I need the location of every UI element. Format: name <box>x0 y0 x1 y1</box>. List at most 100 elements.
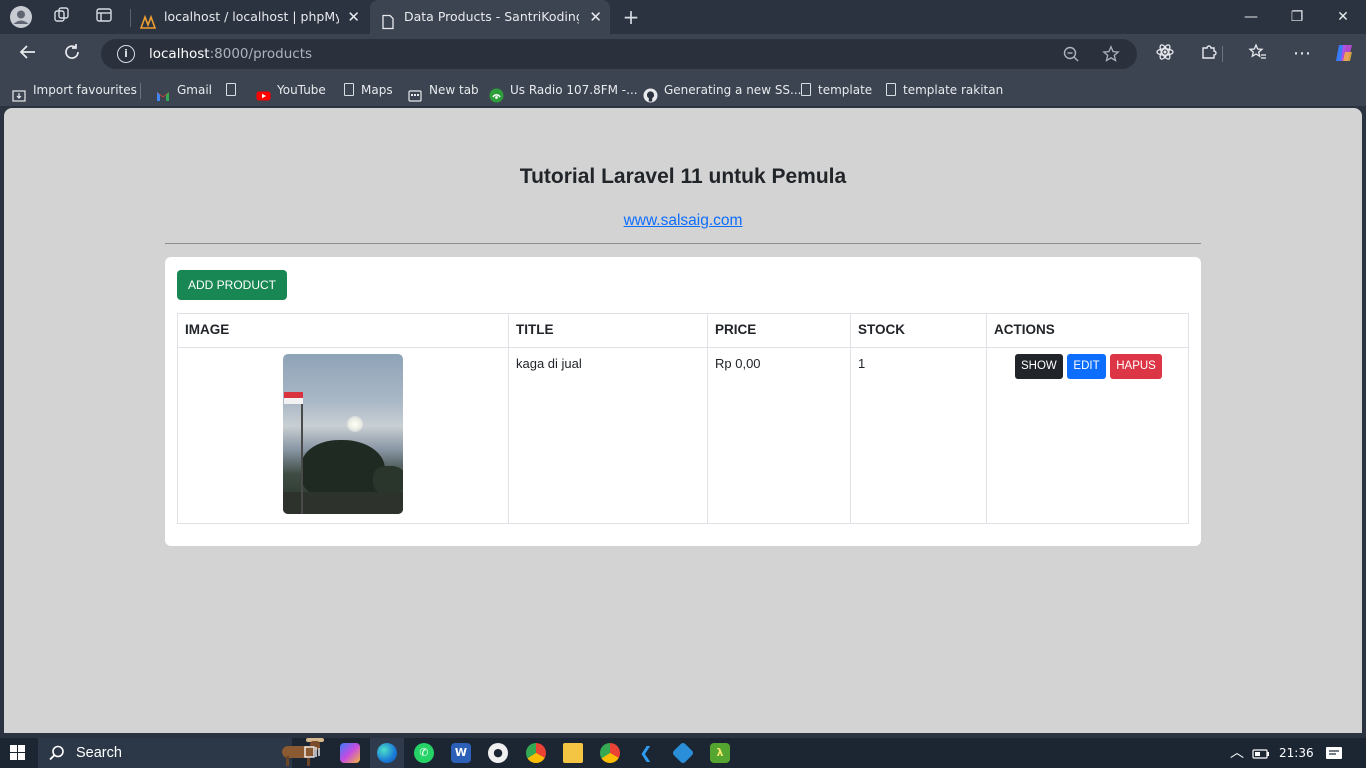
bookmark-youtube[interactable]: YouTube <box>256 74 326 106</box>
product-price: Rp 0,00 <box>707 347 851 524</box>
tab-title: Data Products - SantriKoding.com <box>404 9 579 24</box>
phpmyadmin-icon <box>139 9 157 29</box>
profile-avatar-icon[interactable] <box>10 6 32 28</box>
bookmark-import-favourites[interactable]: Import favourites <box>12 74 137 106</box>
browser-toolbar: i localhost:8000/products ⋯ <box>0 34 1366 74</box>
show-button[interactable]: SHOW <box>1015 354 1063 379</box>
tree-silhouette <box>301 440 385 498</box>
github-desktop-icon[interactable]: ● <box>488 743 508 763</box>
close-tab-icon[interactable]: ✕ <box>347 0 360 34</box>
sun-glare <box>347 416 363 432</box>
bookmarks-bar: Import favourites Gmail YouTube Maps New… <box>0 74 1366 106</box>
product-actions: SHOW EDIT HAPUS <box>986 347 1189 524</box>
page-icon <box>801 83 811 96</box>
chrome-profile-icon[interactable] <box>600 743 620 763</box>
add-product-button[interactable]: ADD PRODUCT <box>177 270 287 300</box>
edit-button[interactable]: EDIT <box>1067 354 1106 379</box>
taskbar-search[interactable]: Search <box>38 738 324 768</box>
copilot-icon[interactable] <box>1332 42 1356 66</box>
bookmark-maps[interactable]: Maps <box>342 74 393 106</box>
task-view-icon[interactable] <box>302 743 322 763</box>
page-icon <box>226 83 236 96</box>
restore-icon[interactable]: ❐ <box>1274 0 1320 34</box>
more-menu-icon[interactable]: ⋯ <box>1290 42 1314 66</box>
youtube-icon <box>256 83 271 100</box>
site-info-icon[interactable]: i <box>117 45 135 63</box>
column-header-stock: STOCK <box>850 313 987 348</box>
flag-white <box>284 398 303 404</box>
battery-icon[interactable] <box>1252 738 1270 768</box>
refresh-icon[interactable] <box>60 42 84 66</box>
tab-data-products[interactable]: Data Products - SantriKoding.com ✕ <box>370 0 610 34</box>
close-window-icon[interactable]: ✕ <box>1320 0 1366 34</box>
minimize-icon[interactable]: — <box>1228 0 1274 34</box>
github-icon <box>643 83 658 102</box>
site-link-wrapper: www.salsaig.com <box>4 212 1362 230</box>
word-icon[interactable]: W <box>451 743 471 763</box>
bookmark-radio[interactable]: Us Radio 107.8FM -... <box>489 74 638 106</box>
search-label: Search <box>76 745 122 761</box>
extension-atom-icon[interactable] <box>1153 42 1177 66</box>
divider <box>165 243 1201 244</box>
column-header-price: PRICE <box>707 313 851 348</box>
page-viewport: Tutorial Laravel 11 untuk Pemula www.sal… <box>4 108 1362 733</box>
import-icon <box>12 83 26 102</box>
browser-titlebar: localhost / localhost | phpMyAdmin ✕ Dat… <box>0 0 1366 34</box>
tree-silhouette <box>373 466 403 494</box>
bookmark-template[interactable]: template <box>799 74 872 106</box>
table-header-row: IMAGE TITLE PRICE STOCK ACTIONS <box>177 313 1189 348</box>
bookmark-gmail[interactable]: Gmail <box>156 74 212 106</box>
file-explorer-icon[interactable] <box>563 743 583 763</box>
copilot-taskbar-icon[interactable] <box>340 743 360 763</box>
vertical-tabs-icon[interactable] <box>93 6 115 28</box>
windows-taskbar: Search ✆ W ● ❮ λ ︿ 21:36 <box>0 738 1366 768</box>
page-title: Tutorial Laravel 11 untuk Pemula <box>519 165 847 188</box>
clock-time[interactable]: 21:36 <box>1279 738 1314 768</box>
search-icon <box>48 744 66 762</box>
chrome-icon[interactable] <box>526 743 546 763</box>
close-tab-icon[interactable]: ✕ <box>589 0 602 34</box>
products-card: ADD PRODUCT IMAGE TITLE PRICE STOCK ACTI… <box>165 257 1201 546</box>
bookmark-template-rakitan[interactable]: template rakitan <box>884 74 1003 106</box>
products-table: IMAGE TITLE PRICE STOCK ACTIONS kaga di … <box>177 313 1189 524</box>
url-text[interactable]: localhost:8000/products <box>149 39 312 69</box>
radio-icon <box>489 83 504 102</box>
bookmarks-separator <box>140 83 141 99</box>
workspaces-icon[interactable] <box>51 6 73 28</box>
page-icon <box>380 9 396 30</box>
zoom-icon[interactable] <box>1062 45 1080 63</box>
page-icon <box>344 83 354 96</box>
tab-title: localhost / localhost | phpMyAdmin <box>164 9 339 24</box>
back-arrow-icon[interactable] <box>16 42 40 66</box>
column-header-image: IMAGE <box>177 313 509 348</box>
tray-chevron-icon[interactable]: ︿ <box>1230 738 1244 768</box>
bookmark-page[interactable] <box>224 74 243 106</box>
vscode-icon[interactable]: ❮ <box>636 743 656 763</box>
app-blue-icon[interactable] <box>671 741 695 765</box>
page-icon <box>886 83 896 96</box>
product-stock: 1 <box>850 347 987 524</box>
edge-browser-icon[interactable] <box>377 743 397 763</box>
extensions-puzzle-icon[interactable] <box>1197 42 1221 66</box>
notifications-icon[interactable] <box>1325 738 1343 768</box>
delete-button[interactable]: HAPUS <box>1110 354 1162 379</box>
column-header-actions: ACTIONS <box>986 313 1189 348</box>
product-image <box>283 354 403 514</box>
new-tab-icon[interactable]: + <box>620 6 642 28</box>
favorites-icon[interactable] <box>1246 42 1270 66</box>
tab-phpmyadmin[interactable]: localhost / localhost | phpMyAdmin ✕ <box>130 0 368 34</box>
newtab-icon <box>408 83 422 102</box>
column-header-title: TITLE <box>508 313 708 348</box>
gmail-icon <box>156 83 170 101</box>
product-title: kaga di jual <box>508 347 708 524</box>
address-bar[interactable]: i localhost:8000/products <box>101 39 1137 69</box>
favorite-star-icon[interactable] <box>1102 45 1120 63</box>
toolbar-divider <box>1222 46 1223 62</box>
windows-start-icon[interactable] <box>10 745 26 761</box>
table-row: kaga di jual Rp 0,00 1 SHOW EDIT HAPUS <box>177 347 1189 524</box>
bookmark-github[interactable]: Generating a new SS... <box>643 74 802 106</box>
whatsapp-icon[interactable]: ✆ <box>414 743 434 763</box>
site-link[interactable]: www.salsaig.com <box>624 212 743 229</box>
lambda-app-icon[interactable]: λ <box>710 743 730 763</box>
bookmark-new-tab[interactable]: New tab <box>408 74 479 106</box>
